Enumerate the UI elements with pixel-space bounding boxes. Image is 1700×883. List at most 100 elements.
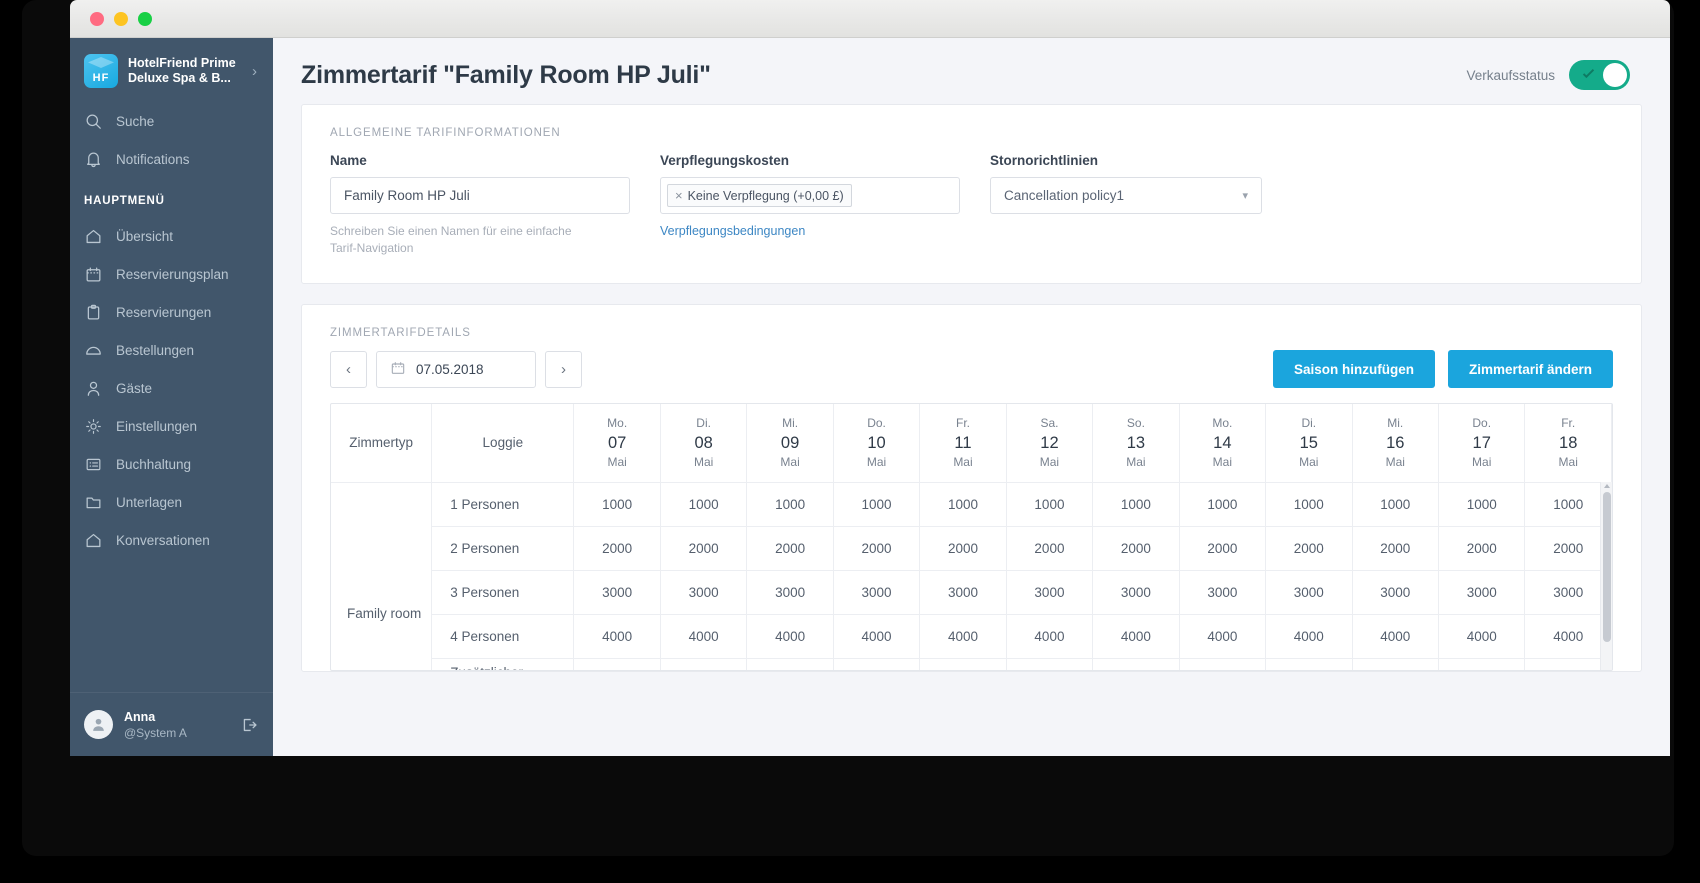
- rate-cell[interactable]: 5000: [833, 658, 921, 670]
- rate-cell[interactable]: 2000: [1265, 526, 1353, 571]
- sidebar-item-reservierungsplan[interactable]: Reservierungsplan: [70, 255, 273, 293]
- rate-cell[interactable]: 2000: [1524, 526, 1612, 571]
- rate-cell[interactable]: 1000: [833, 482, 921, 527]
- rate-cell[interactable]: 3000: [1092, 570, 1180, 615]
- sidebar-item-label: Bestellungen: [116, 342, 195, 358]
- board-label: Verpflegungskosten: [660, 153, 790, 168]
- rate-cell[interactable]: 3000: [1352, 570, 1439, 615]
- rate-cell[interactable]: 5000: [1179, 658, 1267, 670]
- rate-cell[interactable]: 4000: [660, 614, 748, 659]
- edit-rate-button[interactable]: Zimmertarif ändern: [1447, 350, 1613, 388]
- sidebar-item-einstellungen[interactable]: Einstellungen: [70, 407, 273, 445]
- rate-cell[interactable]: 5000: [1524, 658, 1612, 670]
- col-header-day: Sa. 12 Mai: [1006, 404, 1094, 483]
- next-date-button[interactable]: ›: [545, 351, 582, 388]
- date-input[interactable]: 07.05.2018: [376, 351, 536, 388]
- rate-cell[interactable]: 3000: [833, 570, 921, 615]
- rate-cell[interactable]: 2000: [833, 526, 921, 571]
- add-season-button[interactable]: Saison hinzufügen: [1272, 350, 1435, 388]
- rate-cell[interactable]: 1000: [1524, 482, 1612, 527]
- board-tag[interactable]: × Keine Verpflegung (+0,00 £): [667, 184, 852, 207]
- sell-status-toggle[interactable]: [1569, 60, 1630, 90]
- sidebar-item-unterlagen[interactable]: Unterlagen: [70, 483, 273, 521]
- rate-cell[interactable]: 5000: [1006, 658, 1094, 670]
- rate-cell[interactable]: 3000: [1438, 570, 1526, 615]
- name-input[interactable]: Family Room HP Juli: [330, 177, 630, 214]
- rate-cell[interactable]: 4000: [1179, 614, 1267, 659]
- rate-cell[interactable]: 1000: [1265, 482, 1353, 527]
- scrollbar-thumb[interactable]: [1603, 492, 1611, 642]
- rate-cell[interactable]: 5000: [1092, 658, 1180, 670]
- home-icon: [84, 227, 103, 246]
- rate-cell[interactable]: 5000: [660, 658, 748, 670]
- rate-cell[interactable]: 4000: [833, 614, 921, 659]
- rate-cell[interactable]: 1000: [1352, 482, 1439, 527]
- logout-icon[interactable]: [239, 715, 259, 735]
- rate-cell[interactable]: 1000: [573, 482, 661, 527]
- rate-cell[interactable]: 1000: [660, 482, 748, 527]
- scroll-up-arrow-icon[interactable]: [1604, 484, 1610, 488]
- rate-cell[interactable]: 2000: [573, 526, 661, 571]
- rate-cell[interactable]: 5000: [1352, 658, 1439, 670]
- prev-date-button[interactable]: ‹: [330, 351, 367, 388]
- rate-cell[interactable]: 3000: [660, 570, 748, 615]
- rate-cell[interactable]: 5000: [573, 658, 661, 670]
- rate-cell[interactable]: 3000: [746, 570, 834, 615]
- board-conditions-link[interactable]: Verpflegungsbedingungen: [660, 224, 960, 238]
- cancellation-select[interactable]: Cancellation policy1 ▾: [990, 177, 1262, 214]
- rate-cell[interactable]: 3000: [1006, 570, 1094, 615]
- sidebar-item-reservierungen[interactable]: Reservierungen: [70, 293, 273, 331]
- rate-cell[interactable]: 4000: [1524, 614, 1612, 659]
- rate-cell[interactable]: 2000: [660, 526, 748, 571]
- rate-cell[interactable]: 1000: [1006, 482, 1094, 527]
- rate-cell[interactable]: 5000: [919, 658, 1007, 670]
- sidebar-item-konversationen[interactable]: Konversationen: [70, 521, 273, 559]
- rate-cell[interactable]: 1000: [746, 482, 834, 527]
- rate-cell[interactable]: 3000: [1265, 570, 1353, 615]
- rate-cell[interactable]: 1000: [1438, 482, 1526, 527]
- rate-cell[interactable]: 4000: [1265, 614, 1353, 659]
- sidebar-item-notifications[interactable]: Notifications: [70, 140, 273, 178]
- remove-tag-icon[interactable]: ×: [675, 188, 683, 203]
- brand-switcher[interactable]: HF HotelFriend Prime Deluxe Spa & B... ›: [70, 38, 273, 102]
- rate-cell[interactable]: 4000: [746, 614, 834, 659]
- sidebar-item-buchhaltung[interactable]: Buchhaltung: [70, 445, 273, 483]
- sidebar-item-uebersicht[interactable]: Übersicht: [70, 217, 273, 255]
- board-multiselect[interactable]: × Keine Verpflegung (+0,00 £): [660, 177, 960, 214]
- rate-cell[interactable]: 3000: [1524, 570, 1612, 615]
- rate-cell[interactable]: 3000: [573, 570, 661, 615]
- window-controls[interactable]: [90, 12, 152, 26]
- rate-cell[interactable]: 5000: [746, 658, 834, 670]
- close-window-button[interactable]: [90, 12, 104, 26]
- rate-cell[interactable]: 2000: [1438, 526, 1526, 571]
- rate-cell[interactable]: 5000: [1438, 658, 1526, 670]
- board-tag-label: Keine Verpflegung (+0,00 £): [687, 188, 844, 203]
- rate-cell[interactable]: 1000: [1092, 482, 1180, 527]
- rate-cell[interactable]: 4000: [919, 614, 1007, 659]
- day-of-week: So.: [1126, 415, 1145, 430]
- sidebar-item-suche[interactable]: Suche: [70, 102, 273, 140]
- rate-cell[interactable]: 3000: [1179, 570, 1267, 615]
- rate-cell[interactable]: 2000: [919, 526, 1007, 571]
- rate-cell[interactable]: 1000: [919, 482, 1007, 527]
- rate-cell[interactable]: 2000: [1179, 526, 1267, 571]
- rate-cell[interactable]: 3000: [919, 570, 1007, 615]
- sidebar-item-bestellungen[interactable]: Bestellungen: [70, 331, 273, 369]
- sidebar-item-gaeste[interactable]: Gäste: [70, 369, 273, 407]
- rate-cell[interactable]: 2000: [746, 526, 834, 571]
- rate-cell[interactable]: 4000: [573, 614, 661, 659]
- day-number: 07: [608, 433, 627, 452]
- rate-cell[interactable]: 4000: [1006, 614, 1094, 659]
- rate-cell[interactable]: 2000: [1092, 526, 1180, 571]
- minimize-window-button[interactable]: [114, 12, 128, 26]
- rate-cell[interactable]: 1000: [1179, 482, 1267, 527]
- rate-cell[interactable]: 2000: [1006, 526, 1094, 571]
- rate-cell[interactable]: 2000: [1352, 526, 1439, 571]
- rate-cell[interactable]: 5000: [1265, 658, 1353, 670]
- user-profile[interactable]: Anna @System A: [70, 692, 273, 756]
- table-vertical-scrollbar[interactable]: [1600, 482, 1612, 670]
- rate-cell[interactable]: 4000: [1438, 614, 1526, 659]
- rate-cell[interactable]: 4000: [1352, 614, 1439, 659]
- rate-cell[interactable]: 4000: [1092, 614, 1180, 659]
- zoom-window-button[interactable]: [138, 12, 152, 26]
